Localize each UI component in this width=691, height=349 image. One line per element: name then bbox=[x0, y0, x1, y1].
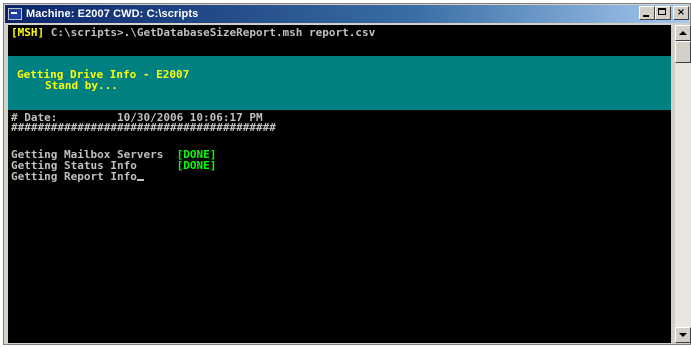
scroll-up-button[interactable] bbox=[675, 25, 691, 41]
task-status: [DONE] bbox=[176, 159, 217, 172]
scroll-down-button[interactable] bbox=[675, 327, 691, 343]
console-window: Machine: E2007 CWD: C:\scripts × [MSH] C… bbox=[3, 3, 691, 345]
task-line: Getting Report Info bbox=[11, 171, 144, 183]
maximize-button[interactable] bbox=[655, 6, 671, 20]
console-output[interactable]: [MSH] C:\scripts>.\GetDatabaseSizeReport… bbox=[8, 25, 671, 343]
vertical-scrollbar[interactable] bbox=[675, 25, 691, 343]
task-label: Getting Report Info bbox=[11, 170, 137, 183]
status-banner: Getting Drive Info - E2007 Stand by... bbox=[8, 56, 671, 110]
prompt-command: C:\scripts>.\GetDatabaseSizeReport.msh r… bbox=[44, 26, 376, 39]
close-button[interactable]: × bbox=[673, 6, 689, 20]
window-title: Machine: E2007 CWD: C:\scripts bbox=[26, 8, 199, 20]
console-app-icon[interactable] bbox=[8, 8, 22, 20]
prompt-tag: [MSH] bbox=[11, 26, 45, 39]
scroll-thumb[interactable] bbox=[675, 41, 691, 63]
text-cursor bbox=[136, 179, 144, 181]
title-bar[interactable]: Machine: E2007 CWD: C:\scripts × bbox=[5, 5, 689, 23]
separator-line: ######################################## bbox=[11, 121, 276, 134]
banner-line-2: Stand by... bbox=[45, 79, 118, 92]
prompt-line: [MSH] C:\scripts>.\GetDatabaseSizeReport… bbox=[11, 27, 375, 39]
minimize-button[interactable] bbox=[639, 6, 655, 20]
window-controls: × bbox=[639, 6, 689, 20]
